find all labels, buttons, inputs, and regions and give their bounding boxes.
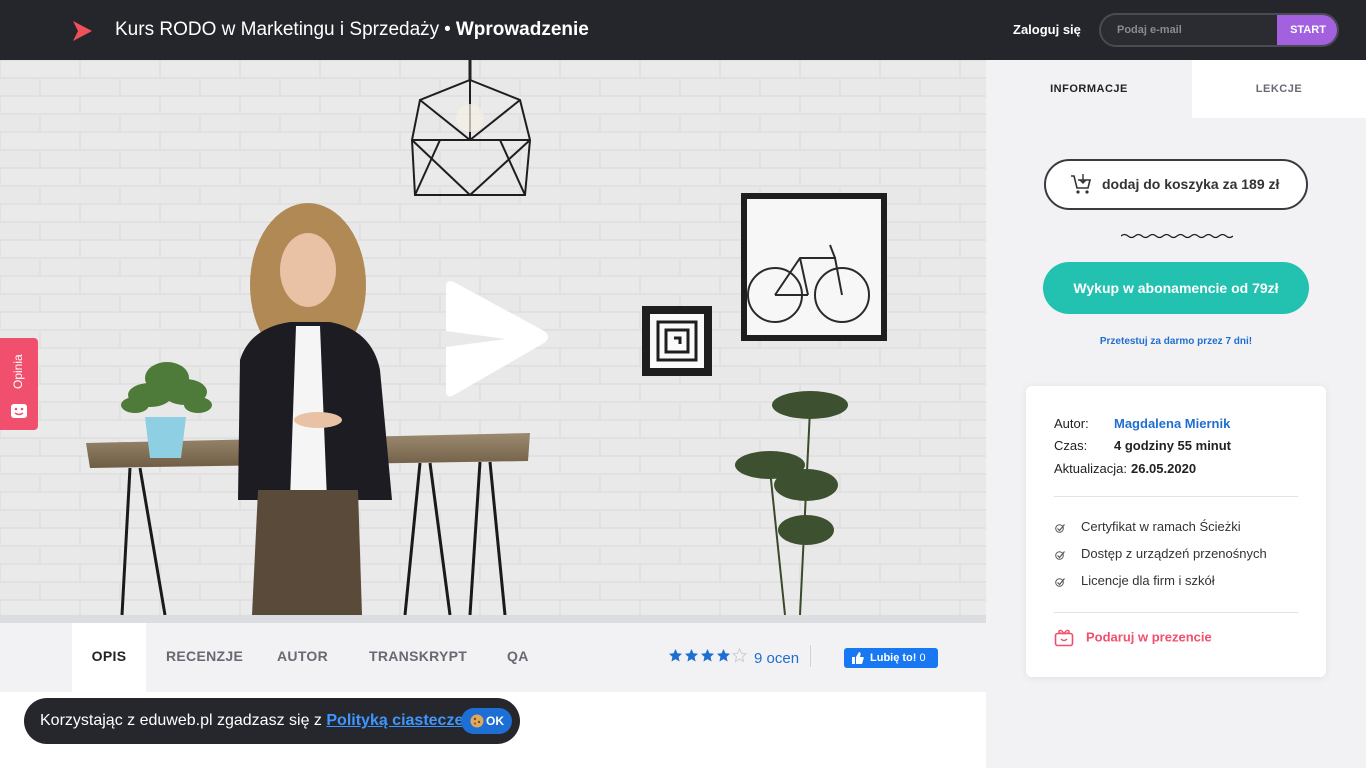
facebook-like-label: Lubię to!: [870, 652, 917, 664]
gift-label: Podaruj w prezencie: [1086, 629, 1212, 645]
tab-lekcje[interactable]: LEKCJE: [1192, 60, 1366, 118]
facebook-like-button[interactable]: Lubię to! 0: [844, 648, 938, 668]
feature-item: Dostęp z urządzeń przenośnych: [1054, 546, 1267, 561]
login-link[interactable]: Zaloguj się: [1013, 22, 1081, 37]
update-row: Aktualizacja: 26.05.2020: [1054, 461, 1196, 476]
start-button[interactable]: START: [1277, 15, 1337, 45]
star-filled-icon: [668, 648, 683, 662]
update-value: 26.05.2020: [1130, 461, 1197, 476]
divider: [810, 645, 811, 667]
cookie-message: Korzystając z eduweb.pl zgadzasz się z: [40, 712, 322, 729]
feature-item: Certyfikat w ramach Ścieżki: [1054, 519, 1241, 534]
rating-stars: [668, 647, 748, 668]
content-tabs: OPIS RECENZJE AUTOR TRANSKRYPT QA 9 ocen…: [0, 623, 986, 692]
course-info-card: Autor: Magdalena Miernik Czas: 4 godziny 5…: [1026, 386, 1326, 677]
star-filled-icon: [716, 648, 731, 662]
video-progress-strip: [0, 615, 986, 623]
course-sidebar: INFORMACJE LEKCJE dodaj do koszyka za 18…: [986, 60, 1366, 768]
time-key: Czas:: [1054, 438, 1088, 453]
tab-informacje[interactable]: INFORMACJE: [986, 60, 1192, 118]
course-title: Kurs RODO w Marketingu i Sprzedaży • Wprow…: [115, 19, 589, 41]
tab-qa[interactable]: QA: [507, 623, 529, 692]
cookie-ok-label: OK: [486, 714, 504, 728]
feature-label: Dostęp z urządzeń przenośnych: [1081, 546, 1267, 561]
video-player[interactable]: [0, 60, 986, 615]
title-separator: •: [444, 19, 451, 40]
feature-item: Licencje dla firm i szkół: [1054, 573, 1215, 588]
time-value: 4 godziny 55 minut: [1114, 438, 1232, 453]
add-to-cart-button[interactable]: dodaj do koszyka za 189 zł: [1044, 159, 1308, 210]
author-row: Autor: Magdalena Miernik: [1054, 416, 1230, 431]
tab-opis[interactable]: OPIS: [72, 623, 146, 692]
cookie-icon: [470, 714, 484, 728]
feature-label: Certyfikat w ramach Ścieżki: [1081, 519, 1241, 534]
feature-label: Licencje dla firm i szkół: [1081, 573, 1215, 588]
free-trial-link[interactable]: Przetestuj za darmo przez 7 dni!: [986, 336, 1366, 347]
top-bar: Kurs RODO w Marketingu i Sprzedaży • Wprow…: [0, 0, 1366, 60]
squiggle-divider: [1121, 233, 1233, 239]
time-row: Czas: 4 godziny 55 minut: [1054, 438, 1231, 453]
thumbs-up-icon: [852, 652, 864, 664]
play-logo-icon[interactable]: [70, 19, 94, 43]
cookie-text: Korzystając z eduweb.pl zgadzasz się z P…: [40, 712, 472, 730]
star-empty-icon: [731, 647, 748, 663]
check-icon: [1055, 577, 1065, 587]
check-icon: [1055, 550, 1065, 560]
add-to-cart-label: dodaj do koszyka za 189 zł: [1102, 176, 1280, 192]
divider: [1054, 612, 1298, 613]
cookie-banner: Korzystając z eduweb.pl zgadzasz się z P…: [24, 698, 520, 744]
author-key: Autor:: [1054, 416, 1089, 431]
gift-link[interactable]: Podaruj w prezencie: [1054, 629, 1212, 647]
cookie-policy-link[interactable]: Polityką ciasteczek: [326, 712, 472, 729]
tab-autor[interactable]: AUTOR: [277, 623, 328, 692]
tab-transkrypt[interactable]: TRANSKRYPT: [369, 623, 467, 692]
email-input[interactable]: [1101, 15, 1277, 45]
cookie-ok-button[interactable]: OK: [461, 708, 512, 734]
divider: [1054, 496, 1298, 497]
play-icon[interactable]: [436, 279, 552, 399]
feedback-tab[interactable]: Opinia: [0, 338, 38, 430]
update-key: Aktualizacja:: [1054, 461, 1127, 476]
feedback-label: Opinia: [11, 354, 25, 390]
cart-icon: [1071, 174, 1092, 194]
star-filled-icon: [700, 648, 715, 662]
smile-icon: [11, 404, 27, 418]
check-icon: [1055, 523, 1065, 533]
gift-icon: [1054, 629, 1074, 647]
lesson-title: Wprowadzenie: [455, 19, 589, 40]
author-link[interactable]: Magdalena Miernik: [1114, 416, 1230, 431]
star-filled-icon: [684, 648, 699, 662]
tab-recenzje[interactable]: RECENZJE: [166, 623, 243, 692]
facebook-like-count: 0: [919, 652, 926, 664]
course-name: Kurs RODO w Marketingu i Sprzedaży: [115, 19, 440, 40]
email-form: START: [1099, 13, 1339, 47]
rating-count[interactable]: 9 ocen: [754, 650, 799, 667]
rating[interactable]: 9 ocen: [668, 647, 799, 668]
subscribe-button[interactable]: Wykup w abonamencie od 79zł: [1043, 262, 1309, 314]
